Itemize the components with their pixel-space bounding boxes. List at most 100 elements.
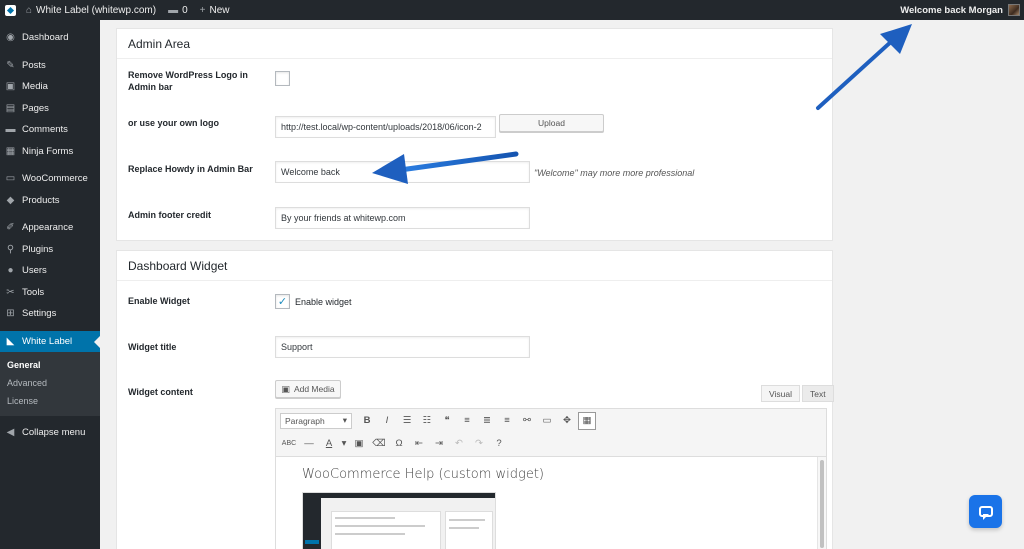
submenu-item-advanced[interactable]: Advanced [0, 374, 100, 392]
remove-logo-label: Remove WordPress Logo in Admin bar [128, 70, 248, 92]
collapse-menu-button[interactable]: ◀ Collapse menu [0, 422, 100, 444]
bold-icon[interactable]: B [358, 412, 376, 430]
remove-logo-checkbox[interactable] [275, 71, 290, 86]
link-icon[interactable]: ⚯ [518, 412, 536, 430]
sidebar-item-tools[interactable]: ✂ Tools [0, 282, 100, 304]
redo-icon[interactable]: ↷ [470, 435, 488, 453]
blockquote-icon[interactable]: ❝ [438, 412, 456, 430]
submenu-item-license[interactable]: License [0, 392, 100, 410]
sidebar-item-users[interactable]: ● Users [0, 260, 100, 282]
toolbar-toggle-icon[interactable]: ▦ [578, 411, 596, 430]
white-label-submenu: General Advanced License [0, 352, 100, 416]
sidebar-item-white-label[interactable]: ◣ White Label [0, 330, 100, 352]
sidebar-item-label: WooCommerce [22, 173, 88, 185]
sidebar-item-settings[interactable]: ⊞ Settings [0, 303, 100, 325]
help-icon[interactable]: ? [490, 435, 508, 453]
widget-title-input[interactable]: Support [275, 336, 530, 358]
media-icon: ▣ [5, 81, 16, 93]
sidebar-item-appearance[interactable]: ✐ Appearance [0, 217, 100, 239]
howdy-hint: "Welcome" may more more professional [534, 168, 695, 178]
add-media-label: Add Media [293, 384, 335, 394]
footer-credit-label: Admin footer credit [128, 210, 212, 220]
site-title: White Label (whitewp.com) [36, 4, 157, 16]
clear-formatting-icon[interactable]: ⌫ [370, 435, 388, 453]
sidebar-item-products[interactable]: ◆ Products [0, 190, 100, 212]
pages-icon: ▤ [5, 102, 16, 114]
account-menu[interactable]: Welcome back Morgan [900, 4, 1024, 16]
collapse-label: Collapse menu [22, 427, 86, 439]
sidebar-item-ninja-forms[interactable]: ▦ Ninja Forms [0, 141, 100, 163]
sidebar-item-label: Appearance [22, 222, 74, 234]
dashboard-icon: ◉ [6, 32, 15, 44]
howdy-input[interactable]: Welcome back [275, 161, 530, 183]
align-center-icon[interactable]: ≣ [478, 412, 496, 430]
tab-text[interactable]: Text [802, 385, 834, 402]
sidebar-item-label: Comments [22, 124, 68, 136]
bullet-list-icon[interactable]: ☰ [398, 412, 416, 430]
align-left-icon[interactable]: ≡ [458, 412, 476, 430]
fullscreen-icon[interactable]: ✥ [558, 412, 576, 430]
horizontal-line-icon[interactable]: — [300, 435, 318, 453]
chat-icon [978, 506, 993, 520]
submenu-item-general[interactable]: General [0, 356, 100, 374]
wordpress-logo-icon[interactable] [0, 0, 20, 20]
paste-text-icon[interactable]: ▣ [350, 435, 368, 453]
sidebar-item-label: Ninja Forms [22, 145, 74, 157]
add-media-button[interactable]: ▣ Add Media [275, 380, 341, 398]
enable-widget-checkbox-label: Enable widget [295, 297, 352, 307]
sidebar-item-comments[interactable]: ▬ Comments [0, 119, 100, 141]
collapse-arrow-icon: ◀ [6, 427, 15, 439]
align-right-icon[interactable]: ≡ [498, 412, 516, 430]
tab-visual[interactable]: Visual [761, 385, 800, 402]
read-more-icon[interactable]: ▭ [538, 412, 556, 430]
sidebar-item-plugins[interactable]: ⚲ Plugins [0, 239, 100, 261]
sidebar-item-woocommerce[interactable]: ▭ WooCommerce [0, 168, 100, 190]
sidebar-item-label: Products [22, 194, 60, 206]
own-logo-label: or use your own logo [128, 118, 220, 128]
enable-widget-label: Enable Widget [128, 296, 190, 306]
sidebar-item-label: Plugins [22, 243, 54, 255]
comment-icon: ▬ [5, 124, 16, 136]
sidebar-item-pages[interactable]: ▤ Pages [0, 98, 100, 120]
user-icon: ● [7, 265, 14, 277]
tag-icon: ◣ [6, 335, 15, 347]
editor-content-area[interactable]: WooCommerce Help (custom widget) [275, 457, 827, 549]
footer-credit-input[interactable]: By your friends at whitewp.com [275, 207, 530, 229]
outdent-icon[interactable]: ⇤ [410, 435, 428, 453]
indent-icon[interactable]: ⇥ [430, 435, 448, 453]
sidebar-item-media[interactable]: ▣ Media [0, 76, 100, 98]
sidebar-item-label: White Label [22, 335, 73, 347]
italic-icon[interactable]: I [378, 412, 396, 430]
pin-icon: ✎ [6, 59, 15, 71]
comments-link[interactable]: ▬ 0 [162, 0, 194, 20]
undo-icon[interactable]: ↶ [450, 435, 468, 453]
sidebar-item-dashboard[interactable]: ◉ Dashboard [0, 27, 100, 49]
sidebar-item-posts[interactable]: ✎ Posts [0, 55, 100, 77]
chat-bubble-button[interactable] [969, 495, 1002, 528]
wrench-icon: ✂ [6, 286, 15, 298]
plugin-icon: ⚲ [6, 243, 15, 255]
strikethrough-icon[interactable]: ABC [280, 435, 298, 453]
format-select[interactable]: Paragraph ▾ [280, 412, 352, 429]
editor-toolbar: Paragraph ▾ B I ☰ ☷ ❝ ≡ ≣ ≡ ⚯ ▭ ✥ ▦ ABC —… [275, 408, 827, 457]
format-select-value: Paragraph [285, 415, 325, 426]
chevron-down-icon[interactable]: ▾ [340, 435, 348, 453]
sidebar-item-label: Tools [22, 286, 45, 298]
upload-button[interactable]: Upload [499, 114, 604, 132]
editor-tabs: Visual Text [761, 385, 834, 402]
logo-url-input[interactable]: http://test.local/wp-content/uploads/201… [275, 116, 496, 138]
sidebar-item-label: Media [22, 81, 48, 93]
sidebar-item-label: Posts [22, 59, 46, 71]
new-content-link[interactable]: + New [194, 0, 236, 20]
enable-widget-checkbox[interactable]: ✓ [275, 294, 290, 309]
sidebar-item-label: Users [22, 265, 47, 277]
products-icon: ◆ [6, 194, 15, 206]
special-character-icon[interactable]: Ω [390, 435, 408, 453]
numbered-list-icon[interactable]: ☷ [418, 412, 436, 430]
new-label: New [209, 4, 230, 16]
site-name-link[interactable]: ⌂ White Label (whitewp.com) [20, 0, 162, 20]
editor-scrollbar[interactable] [817, 457, 826, 549]
text-color-icon[interactable]: A [320, 435, 338, 453]
form-icon: ▦ [5, 145, 16, 157]
sidebar-item-label: Dashboard [22, 32, 69, 44]
